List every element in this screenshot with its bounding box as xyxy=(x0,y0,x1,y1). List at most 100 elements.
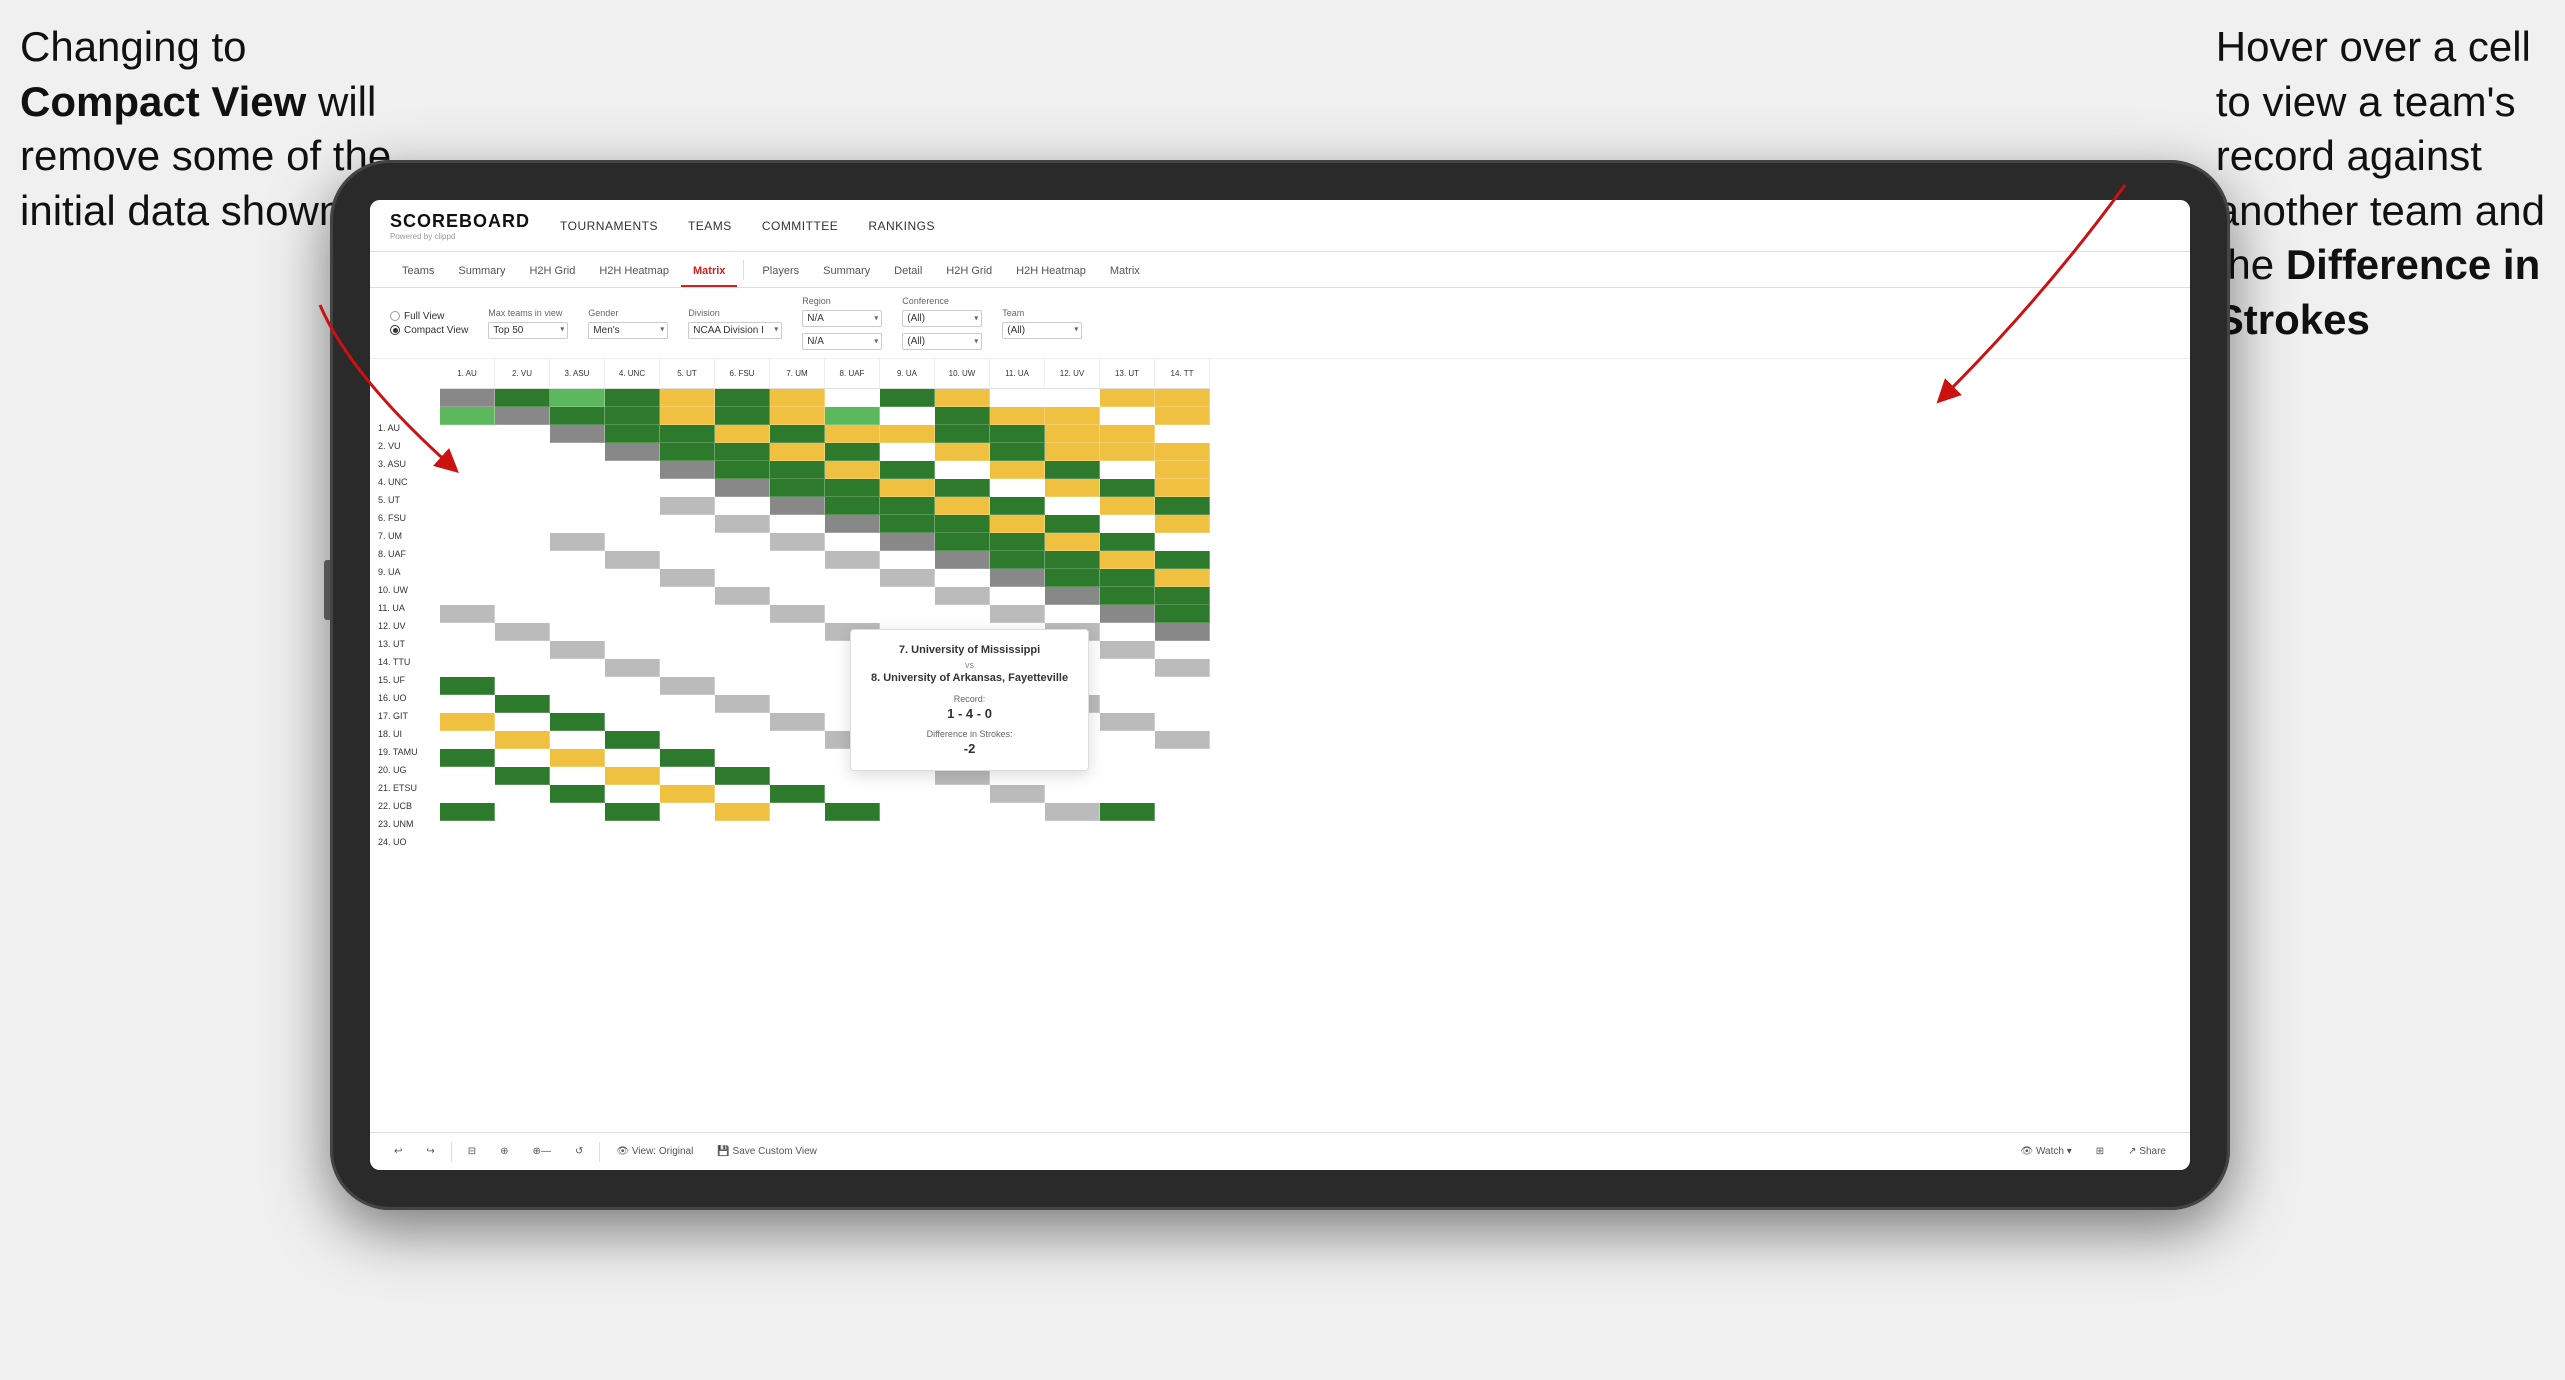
matrix-cell[interactable] xyxy=(550,785,605,803)
matrix-cell[interactable] xyxy=(880,443,935,461)
matrix-cell[interactable] xyxy=(550,407,605,425)
matrix-cell[interactable] xyxy=(1045,515,1100,533)
matrix-cell[interactable] xyxy=(605,785,660,803)
matrix-cell[interactable] xyxy=(880,785,935,803)
tab-h2h-heatmap[interactable]: H2H Heatmap xyxy=(587,257,681,287)
tab-detail[interactable]: Detail xyxy=(882,257,934,287)
matrix-cell[interactable] xyxy=(550,749,605,767)
matrix-cell[interactable] xyxy=(495,389,550,407)
matrix-cell[interactable] xyxy=(550,425,605,443)
matrix-cell[interactable] xyxy=(935,569,990,587)
matrix-cell[interactable] xyxy=(770,695,825,713)
matrix-cell[interactable] xyxy=(440,641,495,659)
matrix-cell[interactable] xyxy=(495,425,550,443)
matrix-cell[interactable] xyxy=(1100,443,1155,461)
matrix-cell[interactable] xyxy=(550,803,605,821)
matrix-cell[interactable] xyxy=(605,443,660,461)
matrix-cell[interactable] xyxy=(715,551,770,569)
matrix-cell[interactable] xyxy=(605,587,660,605)
nav-rankings[interactable]: RANKINGS xyxy=(868,219,935,233)
tab-teams[interactable]: Teams xyxy=(390,257,446,287)
matrix-cell[interactable] xyxy=(660,533,715,551)
matrix-cell[interactable] xyxy=(440,425,495,443)
matrix-cell[interactable] xyxy=(1155,767,1210,785)
matrix-cell[interactable] xyxy=(770,623,825,641)
matrix-cell[interactable] xyxy=(660,479,715,497)
matrix-cell[interactable] xyxy=(935,605,990,623)
matrix-cell[interactable] xyxy=(440,587,495,605)
matrix-cell[interactable] xyxy=(990,479,1045,497)
matrix-cell[interactable] xyxy=(825,461,880,479)
matrix-cell[interactable] xyxy=(550,461,605,479)
matrix-cell[interactable] xyxy=(770,641,825,659)
matrix-cell[interactable] xyxy=(825,569,880,587)
matrix-cell[interactable] xyxy=(880,407,935,425)
matrix-cell[interactable] xyxy=(495,713,550,731)
matrix-cell[interactable] xyxy=(935,533,990,551)
matrix-cell[interactable] xyxy=(825,425,880,443)
matrix-cell[interactable] xyxy=(935,461,990,479)
matrix-cell[interactable] xyxy=(935,443,990,461)
matrix-cell[interactable] xyxy=(1100,623,1155,641)
matrix-cell[interactable] xyxy=(605,569,660,587)
matrix-cell[interactable] xyxy=(1155,749,1210,767)
matrix-cell[interactable] xyxy=(935,785,990,803)
matrix-cell[interactable] xyxy=(1045,425,1100,443)
matrix-cell[interactable] xyxy=(660,677,715,695)
matrix-cell[interactable] xyxy=(1155,785,1210,803)
matrix-cell[interactable] xyxy=(605,695,660,713)
matrix-cell[interactable] xyxy=(1100,533,1155,551)
matrix-cell[interactable] xyxy=(440,443,495,461)
matrix-cell[interactable] xyxy=(660,569,715,587)
matrix-cell[interactable] xyxy=(440,461,495,479)
matrix-cell[interactable] xyxy=(990,569,1045,587)
matrix-cell[interactable] xyxy=(715,623,770,641)
matrix-cell[interactable] xyxy=(605,425,660,443)
matrix-cell[interactable] xyxy=(1100,587,1155,605)
matrix-cell[interactable] xyxy=(1045,407,1100,425)
matrix-cell[interactable] xyxy=(440,713,495,731)
matrix-cell[interactable] xyxy=(550,587,605,605)
matrix-cell[interactable] xyxy=(1155,695,1210,713)
matrix-cell[interactable] xyxy=(1045,533,1100,551)
matrix-cell[interactable] xyxy=(1100,659,1155,677)
toolbar-save-custom[interactable]: 💾 Save Custom View xyxy=(709,1143,825,1160)
matrix-cell[interactable] xyxy=(660,641,715,659)
matrix-cell[interactable] xyxy=(1155,461,1210,479)
matrix-cell[interactable] xyxy=(770,803,825,821)
matrix-cell[interactable] xyxy=(660,461,715,479)
matrix-cell[interactable] xyxy=(770,587,825,605)
matrix-cell[interactable] xyxy=(660,767,715,785)
division-select[interactable]: NCAA Division I xyxy=(688,322,782,339)
matrix-cell[interactable] xyxy=(550,389,605,407)
matrix-cell[interactable] xyxy=(715,407,770,425)
max-teams-select[interactable]: Top 50 xyxy=(488,322,568,339)
matrix-cell[interactable] xyxy=(715,425,770,443)
matrix-cell[interactable] xyxy=(880,389,935,407)
matrix-cell[interactable] xyxy=(825,587,880,605)
matrix-cell[interactable] xyxy=(1045,569,1100,587)
matrix-cell[interactable] xyxy=(715,443,770,461)
nav-tournaments[interactable]: TOURNAMENTS xyxy=(560,219,658,233)
matrix-cell[interactable] xyxy=(550,623,605,641)
matrix-cell[interactable] xyxy=(1155,677,1210,695)
matrix-cell[interactable] xyxy=(1100,551,1155,569)
matrix-cell[interactable] xyxy=(990,443,1045,461)
matrix-cell[interactable] xyxy=(825,785,880,803)
conference-select2[interactable]: (All) xyxy=(902,333,982,350)
matrix-cell[interactable] xyxy=(1100,515,1155,533)
matrix-cell[interactable] xyxy=(1155,425,1210,443)
matrix-cell[interactable] xyxy=(990,587,1045,605)
matrix-cell[interactable] xyxy=(1155,551,1210,569)
matrix-cell[interactable] xyxy=(715,515,770,533)
toolbar-undo[interactable]: ↩ xyxy=(386,1143,410,1160)
matrix-cell[interactable] xyxy=(1045,497,1100,515)
matrix-cell[interactable] xyxy=(440,569,495,587)
toolbar-share[interactable]: ↗ Share xyxy=(2120,1143,2174,1160)
matrix-cell[interactable] xyxy=(660,659,715,677)
matrix-cell[interactable] xyxy=(770,533,825,551)
matrix-cell[interactable] xyxy=(495,497,550,515)
matrix-cell[interactable] xyxy=(990,389,1045,407)
matrix-cell[interactable] xyxy=(770,551,825,569)
matrix-cell[interactable] xyxy=(660,695,715,713)
